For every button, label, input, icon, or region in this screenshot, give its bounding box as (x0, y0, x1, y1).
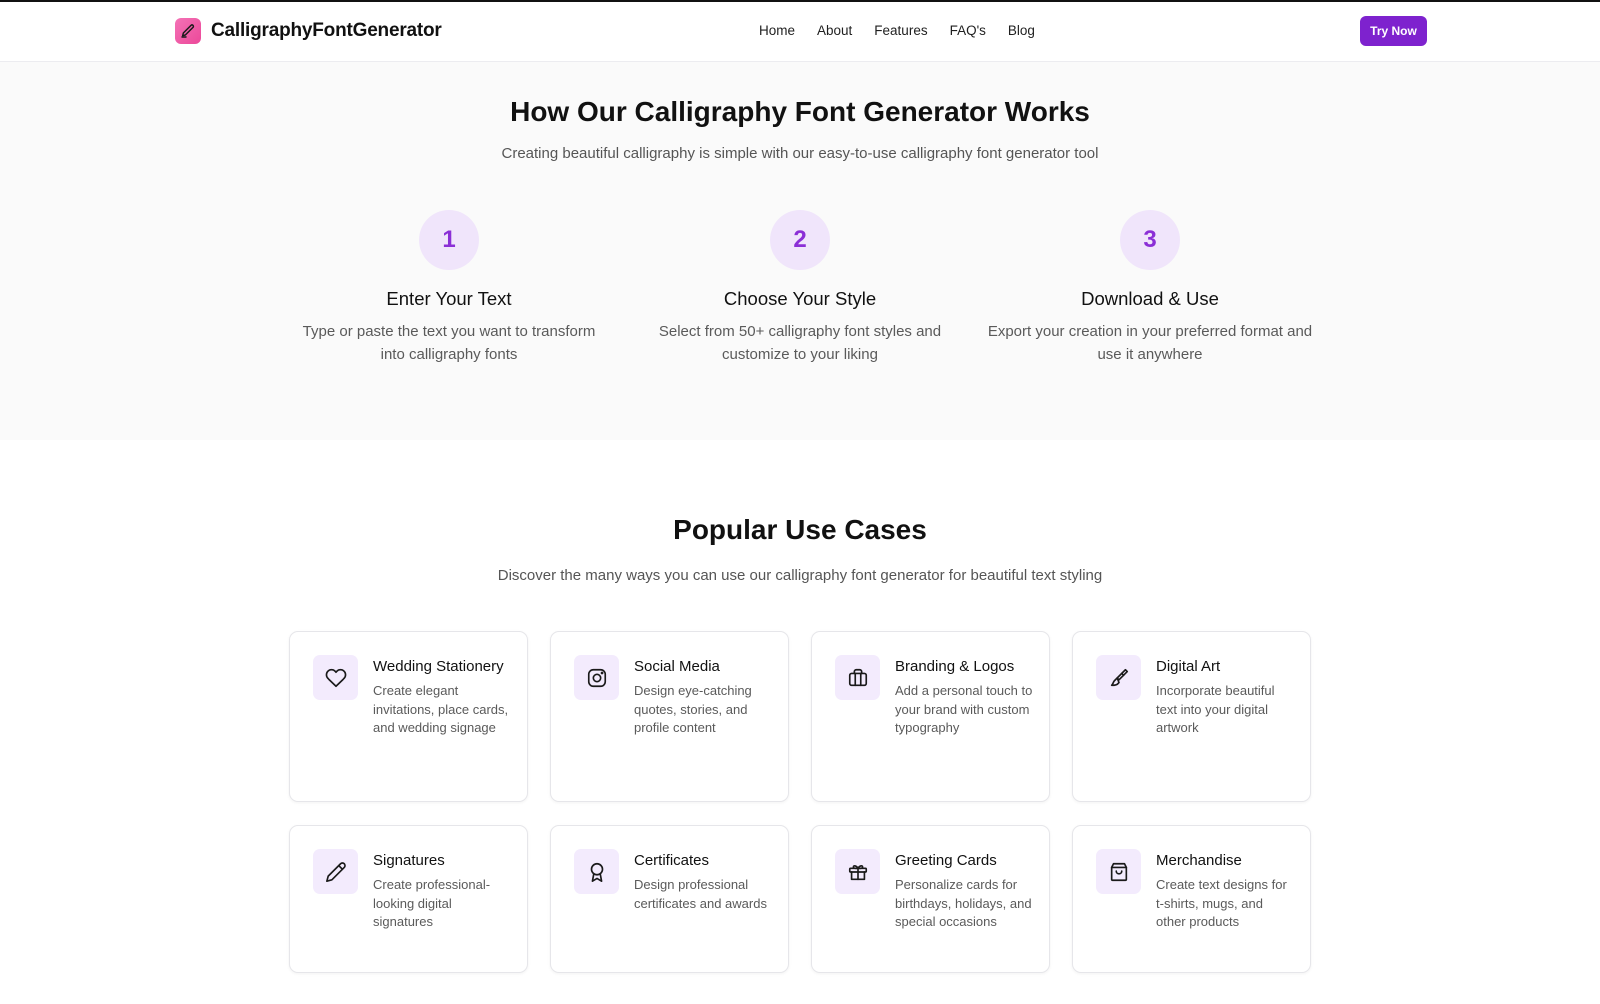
card-desc: Design professional certificates and awa… (634, 877, 767, 911)
card-desc: Design eye-catching quotes, stories, and… (634, 683, 752, 736)
award-icon (574, 849, 619, 894)
paintbrush-icon (1096, 655, 1141, 700)
shopping-bag-icon (1096, 849, 1141, 894)
card-title: Greeting Cards (895, 852, 997, 869)
brand-name: CalligraphyFontGenerator (211, 20, 442, 41)
use-cases-title: Popular Use Cases (673, 514, 927, 545)
card-title: Branding & Logos (895, 658, 1015, 675)
nav-home[interactable]: Home (759, 23, 795, 38)
how-title: How Our Calligraphy Font Generator Works (510, 96, 1090, 127)
pen-logo-icon (175, 18, 201, 44)
step-number: 1 (419, 210, 479, 270)
step-2: 2 Choose Your Style Select from 50+ call… (635, 210, 965, 366)
heart-icon (313, 655, 358, 700)
step-3: 3 Download & Use Export your creation in… (985, 210, 1315, 366)
gift-icon (835, 849, 880, 894)
step-desc: Select from 50+ calligraphy font styles … (658, 323, 942, 363)
nav-features[interactable]: Features (874, 23, 927, 38)
use-case-card[interactable]: Merchandise Create text designs for t-sh… (1072, 825, 1311, 973)
card-desc: Create professional-looking digital sign… (373, 877, 491, 930)
nav-blog[interactable]: Blog (1008, 23, 1035, 38)
step-title: Download & Use (1081, 288, 1219, 309)
card-title: Signatures (373, 852, 445, 869)
card-title: Merchandise (1156, 852, 1242, 869)
use-case-card[interactable]: Digital Art Incorporate beautiful text i… (1072, 631, 1311, 802)
step-title: Choose Your Style (723, 288, 877, 309)
try-now-button[interactable]: Try Now (1360, 16, 1427, 46)
step-title: Enter Your Text (386, 288, 512, 309)
nav-faqs[interactable]: FAQ's (950, 23, 986, 38)
use-case-card[interactable]: Social Media Design eye-catching quotes,… (550, 631, 789, 802)
step-number: 3 (1120, 210, 1180, 270)
nav-about[interactable]: About (817, 23, 852, 38)
card-title: Certificates (634, 852, 710, 869)
site-header: CalligraphyFontGenerator Home About Feat… (0, 2, 1600, 62)
how-it-works-section: How Our Calligraphy Font Generator Works… (0, 62, 1600, 440)
card-desc: Incorporate beautiful text into your dig… (1156, 683, 1275, 736)
card-desc: Create elegant invitations, place cards,… (373, 683, 509, 736)
step-number: 2 (770, 210, 830, 270)
how-subtitle: Creating beautiful calligraphy is simple… (501, 145, 1099, 162)
use-case-card[interactable]: Certificates Design professional certifi… (550, 825, 789, 973)
card-title: Wedding Stationery (373, 658, 504, 675)
use-case-card[interactable]: Signatures Create professional-looking d… (289, 825, 528, 973)
use-case-card[interactable]: Wedding Stationery Create elegant invita… (289, 631, 528, 802)
card-desc: Add a personal touch to your brand with … (895, 683, 1033, 736)
card-title: Social Media (634, 658, 720, 675)
pencil-icon (313, 849, 358, 894)
use-cases-subtitle: Discover the many ways you can use our c… (497, 567, 1103, 584)
main-nav: Home About Features FAQ's Blog (759, 23, 1035, 38)
card-desc: Create text designs for t-shirts, mugs, … (1156, 877, 1287, 930)
step-desc: Export your creation in your preferred f… (987, 323, 1313, 363)
step-desc: Type or paste the text you want to trans… (302, 323, 596, 363)
brand[interactable]: CalligraphyFontGenerator (175, 18, 442, 44)
use-case-card[interactable]: Branding & Logos Add a personal touch to… (811, 631, 1050, 802)
instagram-icon (574, 655, 619, 700)
card-title: Digital Art (1156, 658, 1221, 675)
step-1: 1 Enter Your Text Type or paste the text… (284, 210, 614, 366)
briefcase-icon (835, 655, 880, 700)
use-case-card[interactable]: Greeting Cards Personalize cards for bir… (811, 825, 1050, 973)
card-desc: Personalize cards for birthdays, holiday… (895, 877, 1032, 930)
